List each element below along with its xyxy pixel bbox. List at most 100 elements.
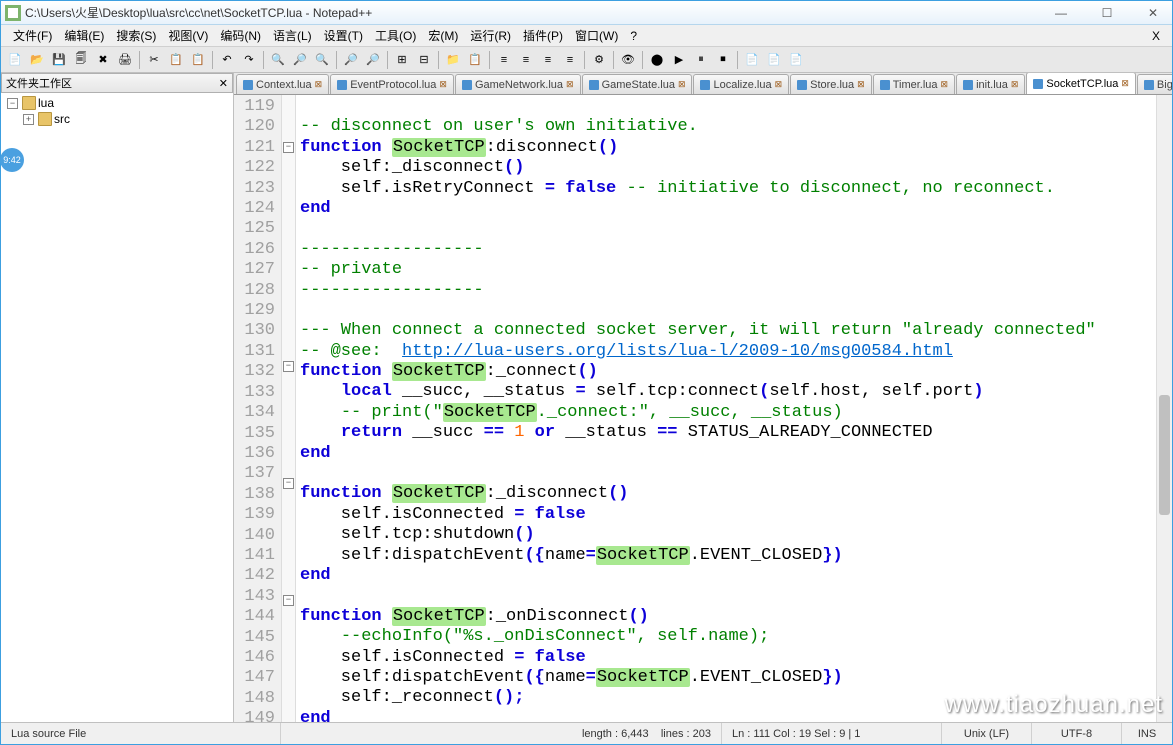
menu-item[interactable]: 插件(P): [517, 27, 569, 45]
toolbar-button[interactable]: ⏸: [691, 50, 711, 70]
menu-item[interactable]: 编码(N): [214, 27, 267, 45]
code-line[interactable]: self.isConnected = false: [300, 505, 1152, 525]
code-line[interactable]: ------------------: [300, 281, 1152, 301]
toolbar-button[interactable]: ✂: [144, 50, 164, 70]
toolbar-button[interactable]: ↶: [217, 50, 237, 70]
tab-close-icon[interactable]: ⊠: [315, 79, 323, 90]
editor-tab[interactable]: SocketTCP.lua⊠: [1026, 73, 1136, 94]
fold-icon[interactable]: −: [283, 595, 294, 606]
editor-tab[interactable]: Localize.lua⊠: [693, 74, 789, 94]
toolbar-button[interactable]: 🖨: [115, 50, 135, 70]
toolbar-button[interactable]: 👁: [618, 50, 638, 70]
tab-close-icon[interactable]: ⊠: [1011, 79, 1019, 90]
code-line[interactable]: self.isRetryConnect = false -- initiativ…: [300, 179, 1152, 199]
menu-item[interactable]: 宏(M): [422, 27, 464, 45]
code-line[interactable]: return __succ == 1 or __status == STATUS…: [300, 423, 1152, 443]
toolbar-button[interactable]: ≡: [516, 50, 536, 70]
editor-tab[interactable]: Store.lua⊠: [790, 74, 872, 94]
toolbar-button[interactable]: 🔍: [312, 50, 332, 70]
code-line[interactable]: function SocketTCP:_disconnect(): [300, 484, 1152, 504]
tab-close-icon[interactable]: ⊠: [1121, 78, 1129, 89]
toolbar-button[interactable]: 🔍: [268, 50, 288, 70]
fold-icon[interactable]: −: [283, 478, 294, 489]
code-line[interactable]: -- @see: http://lua-users.org/lists/lua-…: [300, 342, 1152, 362]
menu-item[interactable]: 编辑(E): [58, 27, 110, 45]
code-line[interactable]: --- When connect a connected socket serv…: [300, 321, 1152, 341]
menu-close-x[interactable]: X: [1146, 29, 1166, 43]
tab-close-icon[interactable]: ⊠: [857, 79, 865, 90]
toolbar-button[interactable]: ≡: [538, 50, 558, 70]
code-area[interactable]: -- disconnect on user's own initiative.f…: [296, 95, 1156, 722]
tab-close-icon[interactable]: ⊠: [439, 79, 447, 90]
code-line[interactable]: self:dispatchEvent({name=SocketTCP.EVENT…: [300, 546, 1152, 566]
editor-tab[interactable]: GameState.lua⊠: [582, 74, 693, 94]
editor-tab[interactable]: EventProtocol.lua⊠: [330, 74, 454, 94]
minimize-button[interactable]: —: [1046, 3, 1076, 23]
code-line[interactable]: --echoInfo("%s._onDisConnect", self.name…: [300, 627, 1152, 647]
code-line[interactable]: [300, 464, 1152, 484]
fold-icon[interactable]: −: [283, 142, 294, 153]
code-line[interactable]: -- private: [300, 260, 1152, 280]
tab-close-icon[interactable]: ⊠: [775, 79, 783, 90]
code-line[interactable]: [300, 219, 1152, 239]
code-line[interactable]: [300, 586, 1152, 606]
toolbar-button[interactable]: 🔎: [341, 50, 361, 70]
toolbar-button[interactable]: 💾: [49, 50, 69, 70]
toolbar-button[interactable]: 📋: [465, 50, 485, 70]
toolbar-button[interactable]: ⏹: [713, 50, 733, 70]
editor-tab[interactable]: init.lua⊠: [956, 74, 1025, 94]
code-line[interactable]: function SocketTCP:disconnect(): [300, 138, 1152, 158]
code-line[interactable]: end: [300, 199, 1152, 219]
code-line[interactable]: function SocketTCP:_onDisconnect(): [300, 607, 1152, 627]
maximize-button[interactable]: ☐: [1092, 3, 1122, 23]
menu-item[interactable]: 文件(F): [7, 27, 58, 45]
toolbar-button[interactable]: 📋: [188, 50, 208, 70]
toolbar-button[interactable]: ≡: [494, 50, 514, 70]
editor-tab[interactable]: GameNetwork.lua⊠: [455, 74, 581, 94]
menu-item[interactable]: 窗口(W): [569, 27, 624, 45]
toolbar-button[interactable]: ⚙: [589, 50, 609, 70]
tab-close-icon[interactable]: ⊠: [941, 79, 949, 90]
code-line[interactable]: end: [300, 566, 1152, 586]
toolbar-button[interactable]: 🔎: [290, 50, 310, 70]
fold-icon[interactable]: −: [283, 361, 294, 372]
menu-item[interactable]: ?: [624, 27, 643, 45]
scrollbar-thumb[interactable]: [1159, 395, 1170, 515]
menu-item[interactable]: 运行(R): [464, 27, 517, 45]
vertical-scrollbar[interactable]: [1156, 95, 1172, 722]
expand-icon[interactable]: −: [7, 98, 18, 109]
code-line[interactable]: self:_disconnect(): [300, 158, 1152, 178]
editor[interactable]: 1191201211221231241251261271281291301311…: [234, 95, 1172, 722]
toolbar-button[interactable]: ⊟: [414, 50, 434, 70]
toolbar-button[interactable]: ≡: [560, 50, 580, 70]
editor-tab[interactable]: Context.lua⊠: [236, 74, 329, 94]
sidebar-close-icon[interactable]: ✕: [219, 77, 228, 90]
toolbar-button[interactable]: 📄: [742, 50, 762, 70]
editor-tab[interactable]: BigNumbe⊠: [1137, 74, 1172, 94]
code-line[interactable]: [300, 97, 1152, 117]
toolbar-button[interactable]: 📄: [764, 50, 784, 70]
toolbar-button[interactable]: 📄: [5, 50, 25, 70]
toolbar-button[interactable]: ▶: [669, 50, 689, 70]
code-line[interactable]: local __succ, __status = self.tcp:connec…: [300, 382, 1152, 402]
code-line[interactable]: self.isConnected = false: [300, 648, 1152, 668]
menu-item[interactable]: 视图(V): [162, 27, 214, 45]
code-line[interactable]: [300, 301, 1152, 321]
code-line[interactable]: self:_reconnect();: [300, 688, 1152, 708]
toolbar-button[interactable]: 📄: [786, 50, 806, 70]
code-line[interactable]: ------------------: [300, 240, 1152, 260]
menu-item[interactable]: 工具(O): [369, 27, 422, 45]
file-tree[interactable]: −lua+src: [1, 93, 233, 722]
toolbar-button[interactable]: ✖: [93, 50, 113, 70]
tab-close-icon[interactable]: ⊠: [566, 79, 574, 90]
fold-column[interactable]: − − − −: [282, 95, 296, 722]
toolbar-button[interactable]: 📁: [443, 50, 463, 70]
editor-tab[interactable]: Timer.lua⊠: [873, 74, 955, 94]
toolbar-button[interactable]: 📋: [166, 50, 186, 70]
tree-root[interactable]: −lua: [5, 95, 231, 111]
code-line[interactable]: -- print("SocketTCP._connect:", __succ, …: [300, 403, 1152, 423]
code-line[interactable]: -- disconnect on user's own initiative.: [300, 117, 1152, 137]
tree-folder[interactable]: +src: [21, 111, 231, 127]
tab-close-icon[interactable]: ⊠: [678, 79, 686, 90]
toolbar-button[interactable]: ↷: [239, 50, 259, 70]
